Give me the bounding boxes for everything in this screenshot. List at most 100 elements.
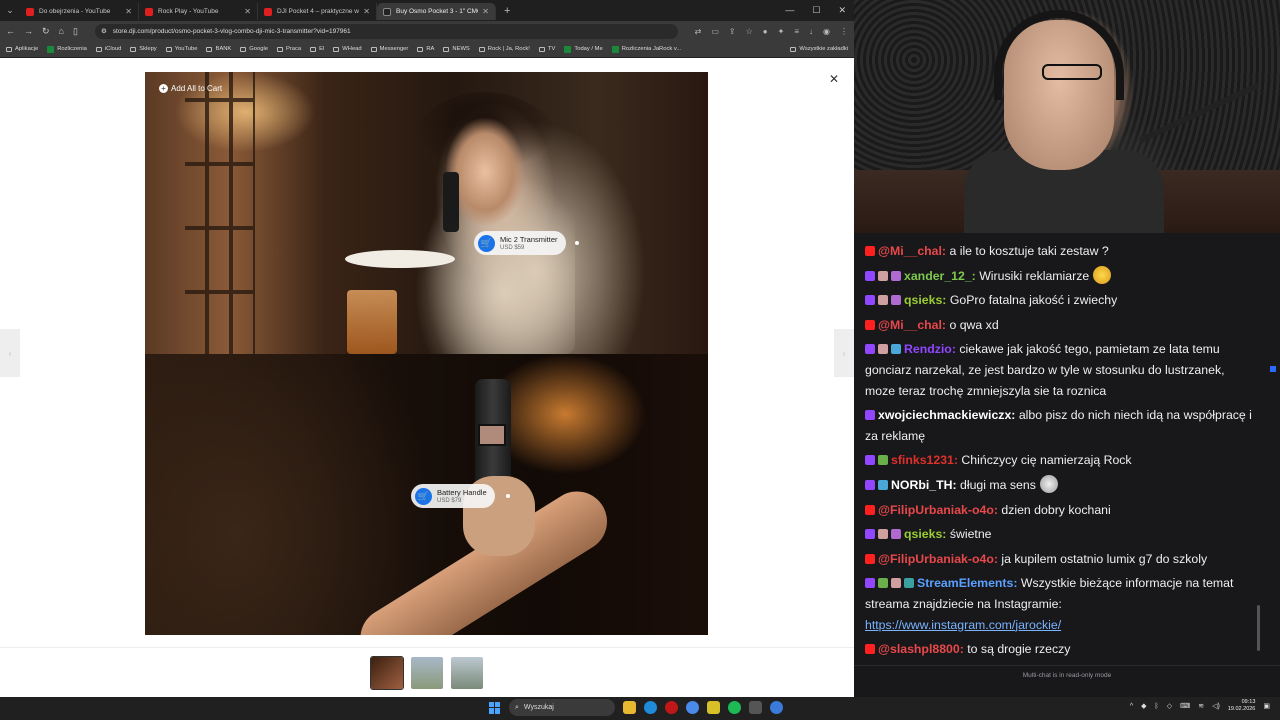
bookmark-item[interactable]: Rozliczenia	[47, 45, 87, 53]
tab-groups-icon[interactable]: ≡	[794, 27, 799, 36]
taskbar-search[interactable]: ⌕ Wyszukaj	[509, 699, 615, 716]
bookmark-item[interactable]: iCloud	[95, 46, 121, 52]
address-bar[interactable]: ⚙ store.dji.com/product/osmo-pocket-3-vl…	[94, 23, 678, 39]
chat-message: @slashpl8800: to są drogie rzeczy	[865, 639, 1255, 660]
tray-chevron-icon[interactable]: ^	[1130, 703, 1133, 710]
bookmark-item[interactable]: NEWS	[443, 46, 470, 52]
thumbnail-1[interactable]	[370, 655, 404, 690]
bookmark-item[interactable]: Today / Me	[564, 45, 603, 53]
thumbnail-3[interactable]	[451, 656, 483, 689]
chat-scrollbar[interactable]	[1257, 605, 1260, 651]
forward-icon[interactable]: →	[24, 26, 33, 36]
bookmark-item[interactable]: WHead	[333, 46, 362, 52]
close-window-icon[interactable]: ✕	[838, 5, 846, 16]
chat-username[interactable]: Rendzio:	[904, 342, 956, 356]
chat-username[interactable]: qsieks:	[904, 527, 946, 541]
maximize-icon[interactable]: ☐	[812, 5, 820, 16]
bookmark-item[interactable]: YouTube	[165, 46, 197, 52]
hotspot-battery-handle[interactable]: 🛒 Battery Handle USD $79	[411, 484, 495, 508]
sidebar-icon[interactable]: ▯	[73, 26, 78, 37]
cast-icon[interactable]: ▭	[711, 27, 719, 36]
bookmark-item[interactable]: TV	[538, 46, 555, 52]
twitch-icon	[865, 529, 875, 540]
notes-icon[interactable]	[707, 701, 720, 714]
translate-icon[interactable]: ⇄	[695, 27, 702, 36]
network-icon[interactable]: ◇	[1167, 702, 1172, 710]
notification-icon[interactable]: ▣	[1263, 702, 1270, 710]
download-icon[interactable]: ↓	[809, 27, 813, 36]
bookmark-item[interactable]: BANK	[206, 46, 231, 52]
share-icon[interactable]: ⇪	[729, 27, 736, 36]
file-explorer-icon[interactable]	[623, 701, 636, 714]
hotspot-dot[interactable]	[506, 494, 510, 498]
chat-username[interactable]: sfinks1231:	[891, 453, 958, 467]
apps-icon	[6, 46, 12, 52]
download-manager-icon[interactable]	[749, 701, 762, 714]
clock[interactable]: 09:13 19.02.2026	[1228, 699, 1256, 713]
wifi-icon[interactable]: ≋	[1198, 702, 1204, 710]
bookmark-item[interactable]: Google	[240, 46, 268, 52]
bookmark-item[interactable]: El	[310, 46, 324, 52]
chat-username[interactable]: @FilipUrbaniak-o4o:	[878, 552, 998, 566]
opera-icon[interactable]	[665, 701, 678, 714]
chat-username[interactable]: @Mi__chal:	[878, 318, 946, 332]
new-tab-icon[interactable]: +	[504, 5, 510, 17]
folder-icon	[165, 46, 172, 52]
add-all-to-cart-button[interactable]: + Add All to Cart	[159, 84, 222, 93]
chat-username[interactable]: StreamElements:	[917, 576, 1017, 590]
chat-username[interactable]: @Mi__chal:	[878, 244, 946, 258]
bookmark-label: Wszystkie zakładki	[799, 46, 848, 52]
bookmark-item[interactable]: Sklepy	[130, 46, 157, 52]
close-tab-icon[interactable]: ✕	[244, 7, 251, 16]
profile-icon[interactable]: ◉	[823, 27, 830, 36]
tab-search-icon[interactable]: ⌄	[0, 0, 20, 21]
edge-icon[interactable]	[644, 701, 657, 714]
tab-do-obejrzenia[interactable]: Do obejrzenia - YouTube ✕	[20, 3, 139, 20]
volume-icon[interactable]: ◁)	[1212, 702, 1220, 710]
chat-username[interactable]: qsieks:	[904, 293, 946, 307]
bookmark-item[interactable]: Messenger	[370, 46, 408, 52]
prev-image-button[interactable]: ‹	[0, 329, 20, 377]
chat-username[interactable]: NORbi_TH:	[891, 478, 957, 492]
minimize-icon[interactable]: —	[785, 5, 794, 16]
bookmark-star-icon[interactable]: ☆	[746, 27, 753, 36]
back-icon[interactable]: ←	[6, 26, 15, 36]
osmo-pocket-camera	[443, 172, 459, 232]
close-tab-icon[interactable]: ✕	[482, 7, 489, 16]
tab-rock-play[interactable]: Rock Play - YouTube ✕	[139, 3, 258, 20]
browser-toolbar: ← → ↻ ⌂ ▯ ⚙ store.dji.com/product/osmo-p…	[0, 21, 854, 41]
close-tab-icon[interactable]: ✕	[125, 7, 132, 16]
bookmark-item[interactable]: Rock | Ja, Rock!	[478, 46, 530, 52]
windows-start-icon[interactable]	[489, 701, 501, 714]
chat-username[interactable]: xwojciechmackiewiczx:	[878, 408, 1015, 422]
twitch-tray-icon[interactable]: ◆	[1141, 702, 1146, 710]
close-modal-icon[interactable]: ✕	[829, 72, 839, 86]
hotspot-mic-2-transmitter[interactable]: 🛒 Mic 2 Transmitter USD $59	[474, 231, 566, 255]
language-icon[interactable]: ⌨	[1180, 702, 1190, 710]
next-image-button[interactable]: ›	[834, 329, 854, 377]
bookmark-item[interactable]: Praca	[276, 46, 301, 52]
bookmark-item[interactable]: Rozliczenia JaRock v...	[611, 45, 681, 53]
spotify-icon[interactable]	[728, 701, 741, 714]
tab-dji-pocket-4[interactable]: DJI Pocket 4 – praktyczne wrażen ✕	[258, 3, 377, 20]
reload-icon[interactable]: ↻	[42, 26, 50, 37]
home-icon[interactable]: ⌂	[59, 26, 64, 36]
chat-username[interactable]: xander_12_:	[904, 269, 976, 283]
instagram-link[interactable]: https://www.instagram.com/jarockie/	[865, 618, 1061, 632]
chrome-icon[interactable]	[686, 701, 699, 714]
puzzle-icon[interactable]: ✦	[778, 27, 785, 36]
chat-username[interactable]: @FilipUrbaniak-o4o:	[878, 503, 998, 517]
bookmark-item[interactable]: Aplikacje	[6, 46, 38, 52]
bluetooth-icon[interactable]: ᛒ	[1155, 703, 1159, 710]
bookmark-item[interactable]: RA	[417, 46, 434, 52]
site-info-icon[interactable]: ⚙	[101, 27, 107, 35]
tab-buy-osmo-pocket[interactable]: Buy Osmo Pocket 3 - 1" CMOS ✕	[377, 3, 496, 20]
extension-icon[interactable]: ●	[763, 27, 768, 36]
thumbnail-2[interactable]	[411, 656, 443, 689]
all-bookmarks[interactable]: Wszystkie zakładki	[790, 46, 848, 52]
menu-icon[interactable]: ⋮	[840, 27, 848, 36]
chat-username[interactable]: @slashpl8800:	[878, 642, 964, 656]
chrome-profile-icon[interactable]	[770, 701, 783, 714]
close-tab-icon[interactable]: ✕	[363, 7, 370, 16]
hotspot-dot[interactable]	[575, 241, 579, 245]
